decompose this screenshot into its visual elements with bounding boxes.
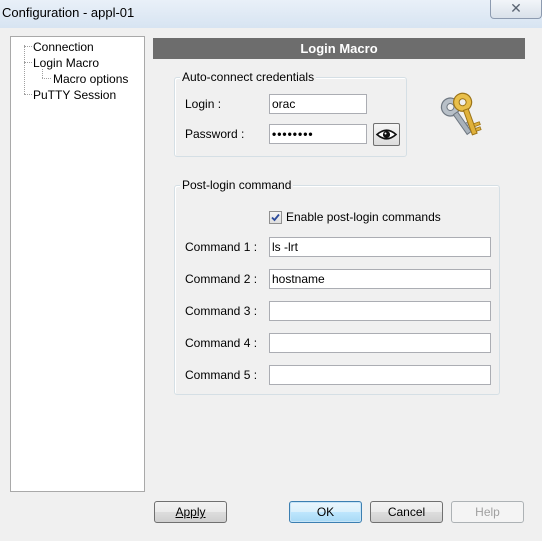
keys-icon: [440, 92, 482, 136]
command-5-label: Command 5 :: [185, 368, 258, 382]
apply-button-label: Apply: [175, 505, 206, 519]
login-label: Login :: [185, 97, 222, 111]
title-bar: Configuration - appl-01 ✕: [0, 0, 542, 28]
command-4-label: Command 4 :: [185, 336, 258, 350]
tree-item-putty-session[interactable]: PuTTY Session: [33, 88, 116, 102]
close-icon: ✕: [510, 0, 522, 16]
login-field[interactable]: orac: [269, 94, 367, 114]
password-field[interactable]: ••••••••: [269, 124, 367, 144]
tree-connector: [24, 94, 32, 95]
tree-connector: [24, 62, 32, 63]
category-tree[interactable]: Connection Login Macro Macro options PuT…: [10, 36, 145, 492]
ok-button-label: OK: [316, 505, 335, 519]
command-3-field[interactable]: [269, 301, 491, 321]
eye-icon: [375, 129, 398, 140]
credentials-group-label: Auto-connect credentials: [180, 70, 317, 84]
credentials-group: [174, 77, 407, 157]
password-label: Password :: [185, 127, 245, 141]
tree-connector: [24, 46, 32, 47]
tree-item-login-macro[interactable]: Login Macro: [33, 56, 99, 70]
enable-postlogin-label[interactable]: Enable post-login commands: [286, 210, 441, 224]
command-1-field[interactable]: ls -lrt: [269, 237, 491, 257]
tree-connector: [42, 69, 43, 78]
command-3-label: Command 3 :: [185, 304, 258, 318]
show-password-button[interactable]: [373, 123, 400, 146]
command-2-field[interactable]: hostname: [269, 269, 491, 289]
tree-item-connection[interactable]: Connection: [33, 40, 94, 54]
tree-item-macro-options[interactable]: Macro options: [53, 72, 128, 86]
tree-connector: [42, 78, 51, 79]
window-title: Configuration - appl-01: [2, 5, 135, 20]
checkmark-icon: [271, 213, 280, 222]
tree-connector: [24, 45, 25, 94]
ok-button[interactable]: OK: [289, 501, 362, 523]
panel-header: Login Macro: [153, 38, 525, 59]
enable-postlogin-checkbox[interactable]: [269, 211, 282, 224]
close-button[interactable]: ✕: [490, 0, 542, 19]
apply-button[interactable]: Apply: [154, 501, 227, 523]
help-button-label: Help: [475, 505, 500, 519]
command-4-field[interactable]: [269, 333, 491, 353]
help-button: Help: [451, 501, 524, 523]
postlogin-group-label: Post-login command: [180, 178, 294, 192]
cancel-button-label: Cancel: [387, 505, 426, 519]
command-2-label: Command 2 :: [185, 272, 258, 286]
cancel-button[interactable]: Cancel: [370, 501, 443, 523]
command-5-field[interactable]: [269, 365, 491, 385]
command-1-label: Command 1 :: [185, 240, 258, 254]
